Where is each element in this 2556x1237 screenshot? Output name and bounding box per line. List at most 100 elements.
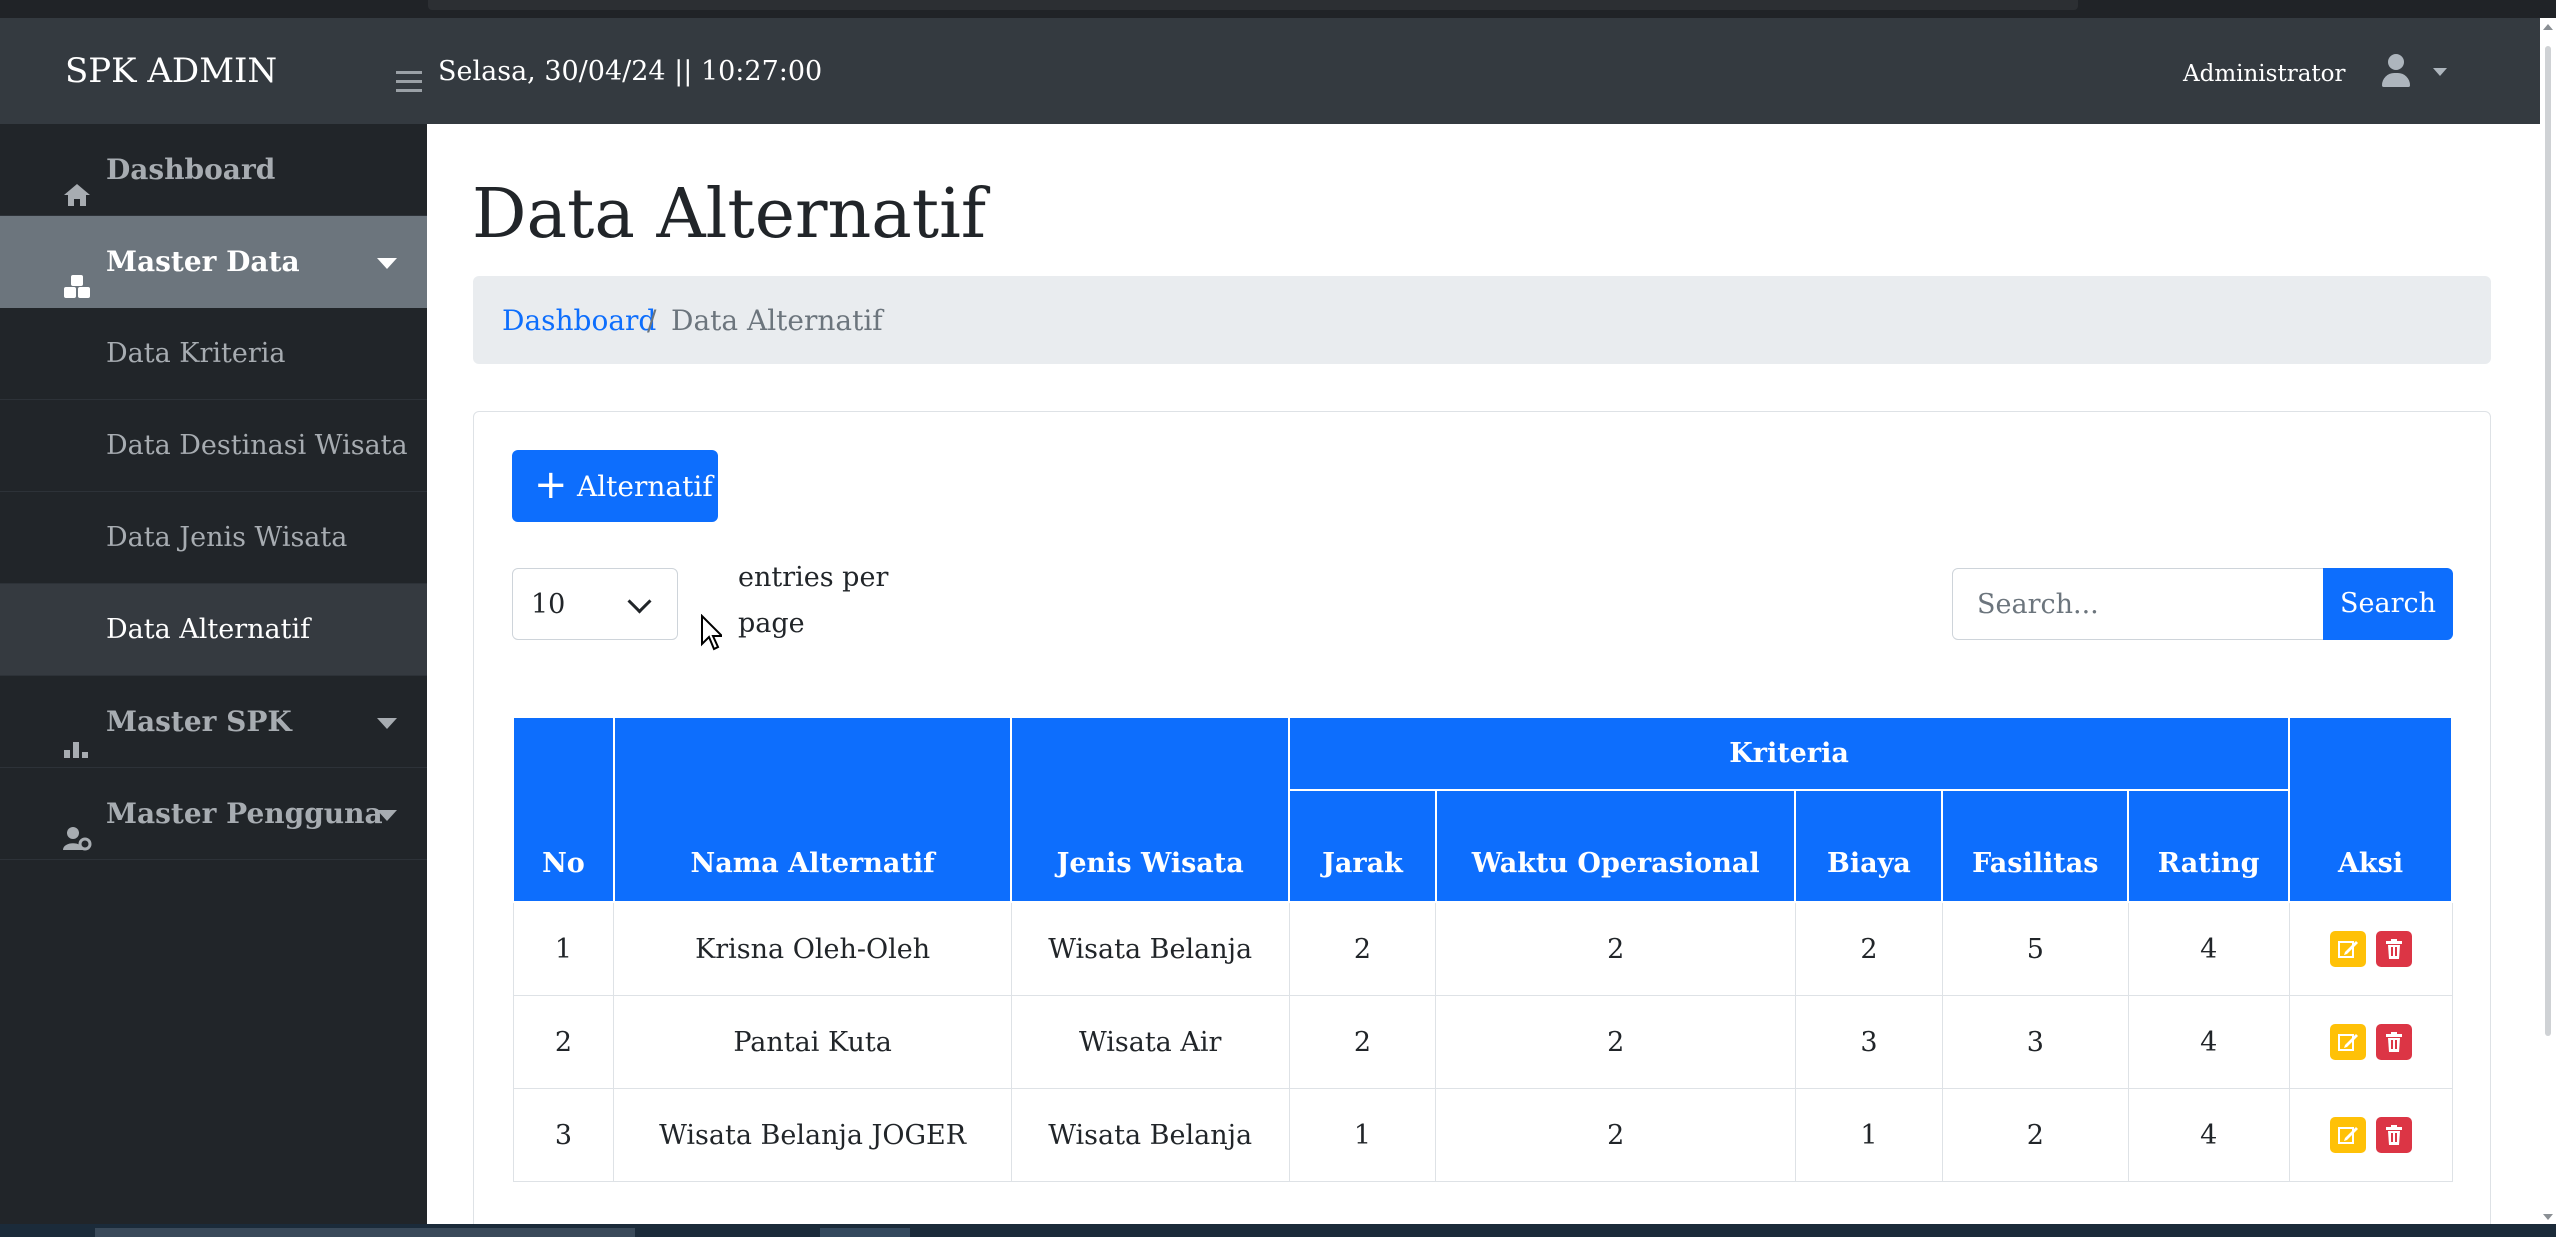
trash-icon — [2385, 939, 2402, 959]
chevron-down-icon — [377, 258, 397, 269]
column-header-jenis-wisata[interactable]: Jenis Wisata — [1010, 716, 1290, 903]
user-dropdown-caret-icon[interactable] — [2433, 68, 2447, 76]
cell-biaya: 3 — [1794, 995, 1943, 1089]
user-name: Administrator — [2183, 61, 2346, 87]
cell-rating: 4 — [2127, 995, 2290, 1089]
delete-button[interactable] — [2375, 1117, 2412, 1153]
entries-per-page-select[interactable]: 10 — [512, 568, 678, 640]
cell-waktu: 2 — [1435, 901, 1796, 996]
sidebar-item-master-data[interactable]: Master Data — [0, 216, 427, 308]
sidebar-subitem-label: Data Jenis Wisata — [106, 522, 348, 553]
mouse-cursor-icon — [701, 614, 722, 651]
sidebar-subitem-data-kriteria[interactable]: Data Kriteria — [0, 308, 427, 400]
cell-name: Pantai Kuta — [613, 995, 1012, 1089]
column-header-biaya[interactable]: Biaya — [1794, 789, 1944, 903]
cubes-icon — [62, 247, 92, 298]
add-alternatif-button[interactable]: + Alternatif — [512, 450, 718, 522]
search-input[interactable] — [1952, 568, 2324, 640]
cell-type: Wisata Air — [1010, 995, 1290, 1089]
edit-icon — [2337, 1127, 2358, 1144]
user-icon[interactable] — [2380, 54, 2412, 90]
column-header-no[interactable]: No — [512, 716, 615, 903]
os-taskbar — [0, 1224, 2556, 1237]
cell-no: 3 — [512, 1088, 615, 1182]
sidebar-subitem-data-destinasi-wisata[interactable]: Data Destinasi Wisata — [0, 400, 427, 492]
page-title: Data Alternatif — [472, 175, 987, 254]
browser-top-strip — [0, 0, 2556, 18]
table-row: 3 Wisata Belanja JOGER Wisata Belanja 1 … — [512, 1088, 2453, 1182]
table-row: 2 Pantai Kuta Wisata Air 2 2 3 3 4 — [512, 995, 2453, 1089]
cell-jarak: 2 — [1288, 995, 1437, 1089]
scrollbar-thumb[interactable] — [2545, 46, 2551, 1036]
cell-waktu: 2 — [1435, 1088, 1796, 1182]
search-button[interactable]: Search — [2323, 568, 2453, 640]
edit-button[interactable] — [2329, 1024, 2366, 1060]
sidebar-item-master-pengguna[interactable]: Master Pengguna — [0, 768, 427, 860]
entries-select-value: 10 — [531, 589, 566, 620]
edit-icon — [2337, 941, 2358, 958]
cell-rating: 4 — [2127, 901, 2290, 996]
home-icon — [62, 155, 92, 206]
chevron-down-icon — [627, 589, 652, 614]
sidebar-item-label: Dashboard — [106, 153, 276, 186]
column-header-jarak[interactable]: Jarak — [1288, 789, 1437, 903]
cell-actions — [2288, 901, 2453, 996]
sidebar-item-dashboard[interactable]: Dashboard — [0, 124, 427, 216]
sidebar-subitem-label: Data Destinasi Wisata — [106, 430, 408, 461]
scroll-up-icon[interactable] — [2543, 24, 2553, 30]
trash-icon — [2385, 1032, 2402, 1052]
sidebar-item-label: Master Pengguna — [106, 797, 383, 830]
sidebar-toggle-icon[interactable] — [396, 71, 422, 98]
user-cog-icon — [62, 799, 92, 851]
cell-name: Wisata Belanja JOGER — [613, 1088, 1012, 1182]
edit-icon — [2337, 1034, 2358, 1051]
breadcrumb-link-dashboard[interactable]: Dashboard — [502, 276, 656, 366]
breadcrumb-current: Data Alternatif — [671, 304, 883, 337]
cell-actions — [2288, 995, 2453, 1089]
sidebar: Dashboard Master Data Data Kriteria Data… — [0, 124, 427, 1224]
scroll-down-icon[interactable] — [2543, 1214, 2553, 1220]
table-row: 1 Krisna Oleh-Oleh Wisata Belanja 2 2 2 … — [512, 901, 2453, 996]
cell-jarak: 2 — [1288, 901, 1437, 996]
cell-name: Krisna Oleh-Oleh — [613, 901, 1012, 996]
breadcrumb-separator: / — [647, 304, 657, 337]
plus-icon: + — [534, 462, 568, 508]
cell-biaya: 2 — [1794, 901, 1943, 996]
sidebar-subitem-data-jenis-wisata[interactable]: Data Jenis Wisata — [0, 492, 427, 584]
add-button-label: Alternatif — [577, 470, 713, 503]
cell-fasilitas: 2 — [1941, 1088, 2129, 1182]
column-group-kriteria: Kriteria — [1287, 716, 2291, 791]
sidebar-subitem-label: Data Kriteria — [106, 338, 286, 369]
delete-button[interactable] — [2375, 1024, 2412, 1060]
browser-address-bar — [428, 0, 2078, 10]
top-navbar: SPK ADMIN Selasa, 30/04/24 || 10:27:00 A… — [0, 18, 2540, 124]
chevron-down-icon — [377, 718, 397, 729]
column-header-nama-alternatif[interactable]: Nama Alternatif — [612, 716, 1013, 903]
column-header-aksi: Aksi — [2288, 716, 2453, 903]
delete-button[interactable] — [2375, 931, 2412, 967]
chevron-down-icon — [377, 810, 397, 821]
trash-icon — [2385, 1125, 2402, 1145]
cell-rating: 4 — [2127, 1088, 2290, 1182]
cell-type: Wisata Belanja — [1010, 1088, 1290, 1182]
cell-biaya: 1 — [1794, 1088, 1943, 1182]
cell-no: 1 — [512, 901, 615, 996]
edit-button[interactable] — [2329, 1117, 2366, 1153]
brand-title[interactable]: SPK ADMIN — [65, 18, 277, 124]
cell-type: Wisata Belanja — [1010, 901, 1290, 996]
column-header-fasilitas[interactable]: Fasilitas — [1941, 789, 2130, 903]
cell-waktu: 2 — [1435, 995, 1796, 1089]
sidebar-item-label: Master SPK — [106, 705, 292, 738]
edit-button[interactable] — [2329, 931, 2366, 967]
sidebar-subitem-data-alternatif[interactable]: Data Alternatif — [0, 584, 427, 676]
breadcrumb: Dashboard / Data Alternatif — [473, 276, 2491, 364]
cell-fasilitas: 5 — [1941, 901, 2129, 996]
sidebar-item-master-spk[interactable]: Master SPK — [0, 676, 427, 768]
column-header-rating[interactable]: Rating — [2127, 789, 2291, 903]
cell-fasilitas: 3 — [1941, 995, 2129, 1089]
chart-icon — [62, 707, 92, 758]
alternatif-table: No Nama Alternatif Jenis Wisata Kriteria… — [512, 716, 2453, 1182]
column-header-waktu-operasional[interactable]: Waktu Operasional — [1434, 789, 1797, 903]
sidebar-item-label: Master Data — [106, 245, 300, 278]
page-scrollbar[interactable] — [2540, 18, 2556, 1224]
